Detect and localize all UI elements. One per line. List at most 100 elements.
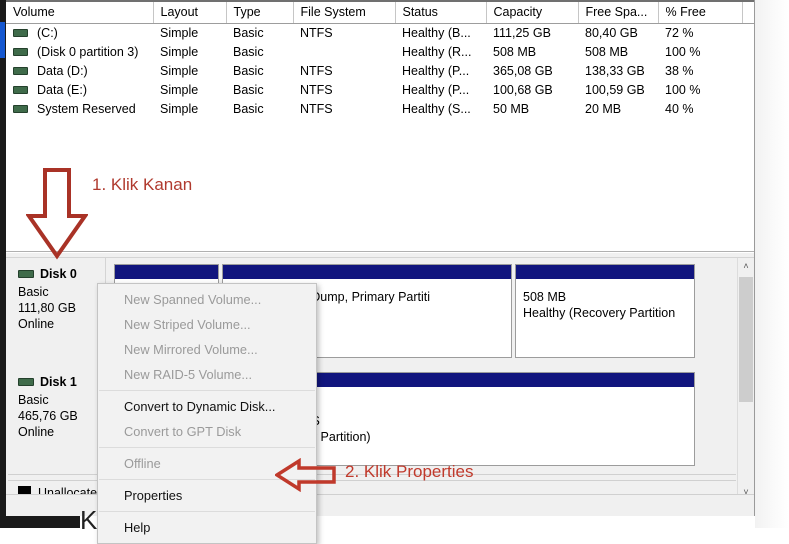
column-header-capacity[interactable]: Capacity <box>486 2 579 24</box>
volume-table-header-row: Volume Layout Type File System Status Ca… <box>6 2 754 24</box>
cell-capacity: 508 MB <box>493 45 537 59</box>
annotation-arrow-down-icon <box>25 168 89 263</box>
cell-type: Basic <box>233 83 264 97</box>
menu-separator <box>99 390 315 391</box>
cell-file-system: NTFS <box>300 102 333 116</box>
cell-free-space: 508 MB <box>585 45 629 59</box>
disk-0-type: Basic <box>18 285 49 299</box>
cell-type: Basic <box>233 45 264 59</box>
disk-0-info[interactable]: Disk 0 Basic 111,80 GB Online <box>10 258 106 366</box>
table-row[interactable]: (C:) Simple Basic NTFS Healthy (B... 111… <box>6 24 754 43</box>
cell-free-space: 138,33 GB <box>585 64 645 78</box>
partition-usage-bar <box>223 265 511 280</box>
cell-type: Basic <box>233 64 264 78</box>
volume-icon <box>13 85 28 94</box>
column-header-volume[interactable]: Volume <box>6 2 154 24</box>
disk-0-partition-2-text: 508 MB Healthy (Recovery Partition <box>523 290 676 320</box>
cell-capacity: 100,68 GB <box>493 83 553 97</box>
disk-0-title: Disk 0 <box>18 266 105 282</box>
cell-percent-free: 100 % <box>665 83 701 97</box>
menu-item-convert-to-gpt-disk[interactable]: Convert to GPT Disk <box>98 419 316 444</box>
cell-capacity: 365,08 GB <box>493 64 553 78</box>
cell-percent-free: 100 % <box>665 45 701 59</box>
cell-free-space: 100,59 GB <box>585 83 645 97</box>
cell-filler <box>742 81 754 100</box>
volume-icon <box>13 47 28 56</box>
disk-0-state: Online <box>18 317 55 331</box>
cell-filler <box>742 24 754 43</box>
left-selection-accent <box>0 22 5 58</box>
cell-layout: Simple <box>160 26 199 41</box>
scroll-up-arrow-icon[interactable]: ˄ <box>738 258 754 275</box>
cell-file-system <box>293 43 395 62</box>
cell-percent-free: 40 % <box>665 102 694 116</box>
column-header-file-system[interactable]: File System <box>293 2 396 24</box>
menu-item-new-mirrored-volume[interactable]: New Mirrored Volume... <box>98 337 316 362</box>
cell-capacity: 111,25 GB <box>493 26 551 41</box>
cell-status: Healthy (P... <box>402 83 470 97</box>
disk-icon <box>18 377 34 386</box>
cell-filler <box>742 62 754 81</box>
cell-file-system: NTFS <box>300 26 333 41</box>
cell-layout: Simple <box>160 64 199 78</box>
volume-icon <box>13 28 28 37</box>
cell-volume-name: (C:) <box>6 24 153 43</box>
volume-icon <box>13 66 28 75</box>
cell-filler <box>742 100 754 119</box>
cell-volume-name: (Disk 0 partition 3) <box>6 43 153 62</box>
volume-icon <box>13 104 28 113</box>
column-header-free-space[interactable]: Free Spa... <box>578 2 659 24</box>
disk-pane-scrollbar[interactable]: ˄ ˅ <box>737 258 754 516</box>
disk-1-state: Online <box>18 425 55 439</box>
scrollbar-thumb[interactable] <box>739 277 753 402</box>
menu-item-new-striped-volume[interactable]: New Striped Volume... <box>98 312 316 337</box>
menu-separator <box>99 447 315 448</box>
disk-0-partition-2[interactable]: 508 MB Healthy (Recovery Partition <box>515 264 695 358</box>
disk-0-size: 111,80 GB <box>18 301 76 315</box>
partition-usage-bar <box>516 265 694 280</box>
annotation-step1-text: 1. Klik Kanan <box>92 175 193 194</box>
cell-capacity: 50 MB <box>493 102 530 116</box>
column-header-layout[interactable]: Layout <box>153 2 227 24</box>
menu-separator <box>99 511 315 512</box>
cell-volume-name: Data (E:) <box>6 81 153 100</box>
disk-icon <box>18 269 34 278</box>
cell-layout: Simple <box>160 83 199 97</box>
cell-filler <box>742 43 754 62</box>
column-header-percent-free[interactable]: % Free <box>658 2 743 24</box>
cell-free-space: 80,40 GB <box>585 26 638 41</box>
disk-context-menu[interactable]: New Spanned Volume... New Striped Volume… <box>97 283 317 544</box>
cell-status: Healthy (B... <box>402 26 471 41</box>
disk-1-size: 465,76 GB <box>18 409 78 423</box>
column-header-filler <box>742 2 754 24</box>
annotation-arrow-left-icon <box>273 457 337 495</box>
menu-item-convert-to-dynamic-disk[interactable]: Convert to Dynamic Disk... <box>98 394 316 419</box>
volume-table-body: (C:) Simple Basic NTFS Healthy (B... 111… <box>6 24 754 119</box>
table-row[interactable]: (Disk 0 partition 3) Simple Basic Health… <box>6 43 754 62</box>
partition-usage-bar <box>115 265 218 280</box>
menu-item-new-raid5-volume[interactable]: New RAID-5 Volume... <box>98 362 316 387</box>
column-header-type[interactable]: Type <box>226 2 294 24</box>
cell-status: Healthy (P... <box>402 64 470 78</box>
cell-free-space: 20 MB <box>585 102 622 116</box>
table-row[interactable]: System Reserved Simple Basic NTFS Health… <box>6 100 754 119</box>
cell-type: Basic <box>233 102 264 116</box>
cell-volume-name: Data (D:) <box>6 62 153 81</box>
volume-list-pane[interactable]: Volume Layout Type File System Status Ca… <box>6 0 754 252</box>
column-header-status[interactable]: Status <box>395 2 487 24</box>
cell-layout: Simple <box>160 102 199 116</box>
table-row[interactable]: Data (D:) Simple Basic NTFS Healthy (P..… <box>6 62 754 81</box>
table-row[interactable]: Data (E:) Simple Basic NTFS Healthy (P..… <box>6 81 754 100</box>
menu-item-new-spanned-volume[interactable]: New Spanned Volume... <box>98 287 316 312</box>
cell-type: Basic <box>233 26 264 41</box>
page-edge-shading <box>755 0 789 528</box>
cell-status: Healthy (S... <box>402 102 471 116</box>
disk-1-info[interactable]: Disk 1 Basic 465,76 GB Online <box>10 366 106 474</box>
cell-status: Healthy (R... <box>402 45 472 59</box>
volume-table: Volume Layout Type File System Status Ca… <box>6 2 754 119</box>
annotation-step2-text: 2. Klik Properties <box>345 462 474 481</box>
cell-file-system: NTFS <box>300 64 333 78</box>
cell-layout: Simple <box>160 45 199 59</box>
disk-1-type: Basic <box>18 393 49 407</box>
disk-1-title: Disk 1 <box>18 374 105 390</box>
